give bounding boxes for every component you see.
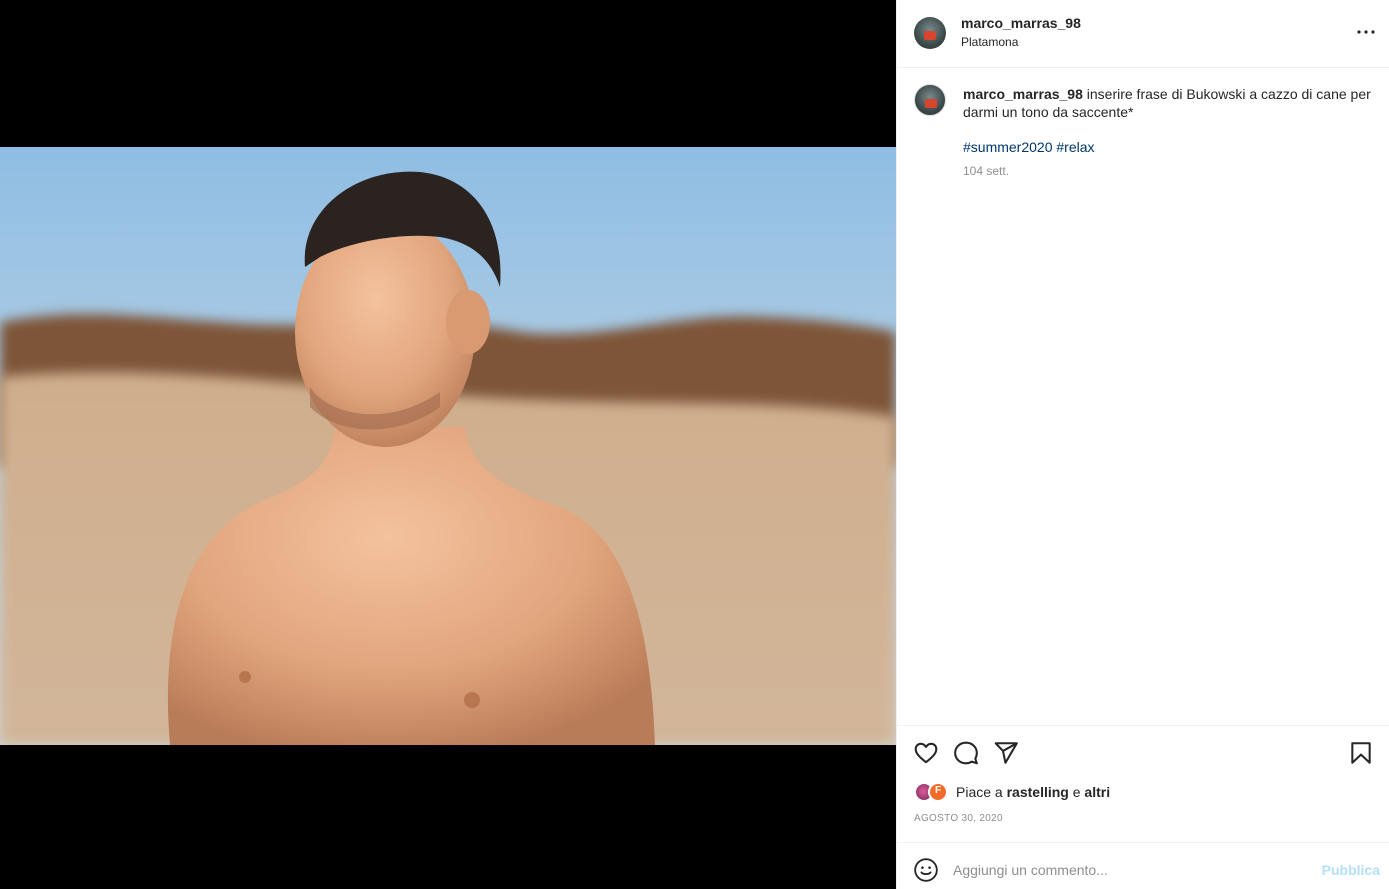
heart-icon[interactable] xyxy=(913,740,939,766)
action-bar xyxy=(897,725,1389,779)
post-date[interactable]: AGOSTO 30, 2020 xyxy=(914,813,1003,824)
post-header: marco_marras_98 Platamona xyxy=(897,0,1389,68)
caption-username[interactable]: marco_marras_98 xyxy=(963,86,1083,102)
post-location[interactable]: Platamona xyxy=(961,35,1018,49)
post-sidebar: marco_marras_98 Platamona marco_marras_9… xyxy=(896,0,1389,889)
more-options-icon[interactable] xyxy=(1354,20,1378,44)
liker-username[interactable]: rastelling xyxy=(1007,784,1069,800)
liker-avatar[interactable] xyxy=(928,782,948,802)
likes-summary: Piace a rastelling e altri xyxy=(914,781,1110,803)
likes-text: Piace a rastelling e altri xyxy=(956,784,1110,800)
emoji-smile-icon[interactable] xyxy=(913,857,939,883)
author-avatar[interactable] xyxy=(914,17,946,49)
likes-others-link[interactable]: altri xyxy=(1084,784,1110,800)
author-username[interactable]: marco_marras_98 xyxy=(961,15,1081,31)
caption-hashtags: #summer2020 #relax xyxy=(963,139,1095,155)
comment-composer: Pubblica xyxy=(897,842,1389,889)
paper-plane-icon[interactable] xyxy=(993,740,1019,766)
likes-conjunction: e xyxy=(1072,784,1081,800)
hashtag-link[interactable]: #relax xyxy=(1056,139,1094,155)
photo-illustration xyxy=(0,147,896,745)
comment-input[interactable] xyxy=(953,855,1303,885)
publish-button[interactable]: Pubblica xyxy=(1322,862,1380,878)
hashtag-link[interactable]: #summer2020 xyxy=(963,139,1053,155)
likes-prefix: Piace a xyxy=(956,784,1003,800)
caption-avatar[interactable] xyxy=(914,84,946,116)
post-photo[interactable] xyxy=(0,147,896,745)
caption-age: 104 sett. xyxy=(963,164,1010,178)
comment-bubble-icon[interactable] xyxy=(953,740,979,766)
media-pane xyxy=(0,0,896,889)
caption-text: marco_marras_98 inserire frase di Bukows… xyxy=(963,85,1373,121)
post-dialog: marco_marras_98 Platamona marco_marras_9… xyxy=(0,0,1389,889)
bookmark-icon[interactable] xyxy=(1348,740,1374,766)
